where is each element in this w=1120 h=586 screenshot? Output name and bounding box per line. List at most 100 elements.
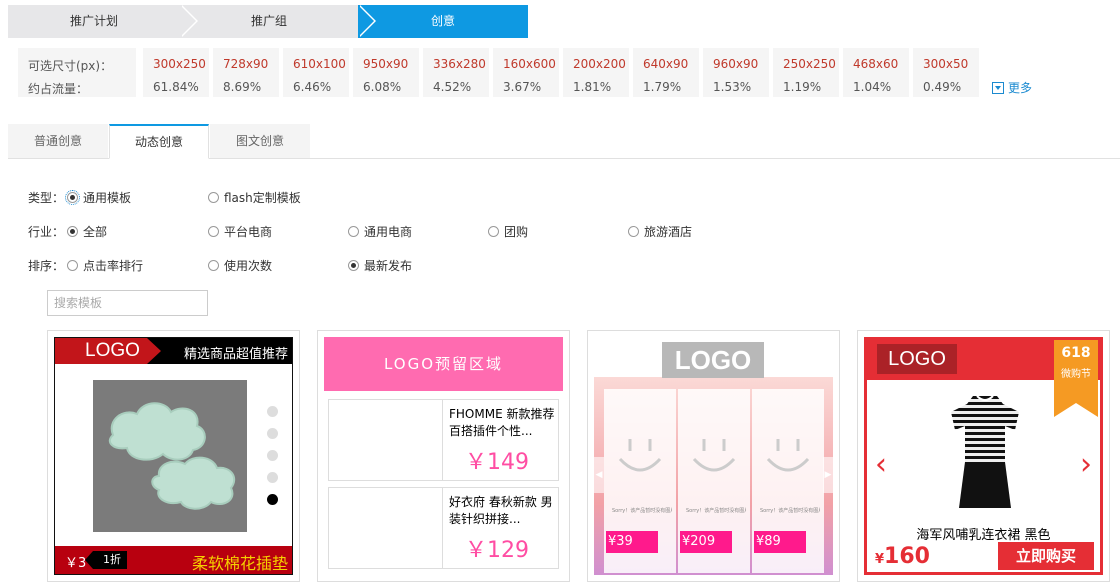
option-label: 最新发布 xyxy=(364,259,413,273)
size-col-300x50: 300x50 0.49% xyxy=(913,48,979,97)
option-label: flash定制模板 xyxy=(224,191,301,205)
template-preview: LOGO预留区域 FHOMME 新款推荐 百搭插件个性... ￥149 好衣府 … xyxy=(324,337,563,575)
radio-icon xyxy=(208,192,219,203)
product-price: ¥209 xyxy=(680,531,732,553)
step-campaign[interactable]: 推广计划 xyxy=(8,5,198,38)
option-label: 通用模板 xyxy=(83,191,132,205)
size-col-250x250: 250x250 1.19% xyxy=(773,48,839,97)
chevron-left-icon[interactable]: ◀ xyxy=(594,457,604,493)
size-table-labels: 可选尺寸(px)： 约占流量： xyxy=(18,48,136,97)
radio-industry-platform[interactable]: 平台电商 xyxy=(208,223,272,240)
promo-ribbon: 618 微购节 xyxy=(1054,340,1098,417)
radio-industry-general[interactable]: 通用电商 xyxy=(348,223,412,240)
discount-badge: 1折 xyxy=(85,551,127,569)
size-col-960x90: 960x90 1.53% xyxy=(703,48,769,97)
template-card-1[interactable]: LOGO 精选商品超值推荐 ￥3 1折 柔软棉花插垫 xyxy=(47,330,300,582)
radio-icon xyxy=(208,260,219,271)
product-slot: Sorry！该产品暂时没有图片。 ¥209 xyxy=(678,389,750,573)
tab-normal-creative[interactable]: 普通创意 xyxy=(8,124,108,159)
step-creative[interactable]: 创意 xyxy=(358,5,528,38)
option-label: 团购 xyxy=(504,225,529,239)
more-label: 更多 xyxy=(1008,81,1033,95)
traffic-value: 3.67% xyxy=(503,80,542,94)
currency-symbol: ¥ xyxy=(875,552,885,567)
radio-type-flash[interactable]: flash定制模板 xyxy=(208,189,301,206)
product-name: 海军风哺乳连衣裙 黑色 xyxy=(916,528,1051,543)
size-col-640x90: 640x90 1.79% xyxy=(633,48,699,97)
size-value: 960x90 xyxy=(713,57,759,71)
traffic-value: 8.69% xyxy=(223,80,262,94)
template-card-3[interactable]: LOGO ◀ ▶ Sorry！该产品暂时没有图片。 ¥39 Sorry！该产品暂… xyxy=(587,330,840,582)
product-name: 柔软棉花插垫 xyxy=(191,554,288,573)
tab-dynamic-creative[interactable]: 动态创意 xyxy=(109,124,209,159)
logo-area: LOGO预留区域 xyxy=(324,337,563,391)
option-label: 平台电商 xyxy=(224,225,273,239)
traffic-value: 1.19% xyxy=(783,80,822,94)
radio-industry-travel[interactable]: 旅游酒店 xyxy=(628,223,692,240)
traffic-value: 61.84% xyxy=(153,80,199,94)
size-value: 160x600 xyxy=(503,57,556,71)
product-image-placeholder xyxy=(329,488,443,568)
radio-industry-groupbuy[interactable]: 团购 xyxy=(488,223,528,240)
radio-type-generic[interactable]: 通用模板 xyxy=(65,189,132,206)
carousel-dot[interactable] xyxy=(267,472,278,483)
size-value: 250x250 xyxy=(783,57,836,71)
price: ￥3 xyxy=(65,556,87,571)
dress-product-image xyxy=(951,395,1019,508)
step-creative-label: 创意 xyxy=(430,14,455,28)
banner-bottom: ￥3 1折 柔软棉花插垫 xyxy=(55,546,292,574)
smiley-placeholder-icon xyxy=(766,439,810,472)
radio-sort-latest[interactable]: 最新发布 xyxy=(348,257,412,274)
logo: LOGO xyxy=(877,344,957,374)
template-card-4[interactable]: LOGO 618 微购节 ‹ › 海军风哺乳连衣裙 黑色 ¥160 立即购买 xyxy=(857,330,1110,582)
carousel-dots xyxy=(267,406,278,516)
smiley-placeholder-icon xyxy=(618,439,662,472)
step-group[interactable]: 推广组 xyxy=(180,5,376,38)
price-value: 160 xyxy=(884,544,930,569)
option-label: 旅游酒店 xyxy=(644,225,693,239)
size-col-728x90: 728x90 8.69% xyxy=(213,48,279,97)
size-value: 728x90 xyxy=(223,57,269,71)
smiley-placeholder-icon xyxy=(692,439,736,472)
product-price: ¥160 xyxy=(875,544,930,569)
product-item: FHOMME 新款推荐 百搭插件个性... ￥149 xyxy=(328,399,559,481)
radio-sort-usage[interactable]: 使用次数 xyxy=(208,257,272,274)
ribbon-number: 618 xyxy=(1061,345,1091,361)
chevron-right-icon[interactable]: ▶ xyxy=(823,457,833,493)
carousel-dot[interactable] xyxy=(267,428,278,439)
creative-tabs: 普通创意 动态创意 图文创意 xyxy=(8,124,1120,159)
size-value: 640x90 xyxy=(643,57,689,71)
more-sizes-link[interactable]: 更多 xyxy=(992,79,1032,96)
search-template-input[interactable] xyxy=(47,290,208,316)
radio-industry-all[interactable]: 全部 xyxy=(67,223,107,240)
radio-sort-ctr[interactable]: 点击率排行 xyxy=(67,257,143,274)
traffic-value: 6.46% xyxy=(293,80,332,94)
carousel-dot[interactable] xyxy=(267,450,278,461)
chevron-left-icon[interactable]: ‹ xyxy=(875,450,887,480)
size-value: 336x280 xyxy=(433,57,486,71)
size-value: 300x250 xyxy=(153,57,206,71)
template-card-2[interactable]: LOGO预留区域 FHOMME 新款推荐 百搭插件个性... ￥149 好衣府 … xyxy=(317,330,570,582)
slogan: 精选商品超值推荐 xyxy=(183,347,288,362)
traffic-value: 6.08% xyxy=(363,80,402,94)
traffic-value: 1.53% xyxy=(713,80,752,94)
buy-now-button[interactable]: 立即购买 xyxy=(998,542,1094,570)
traffic-value: 1.04% xyxy=(853,80,892,94)
template-preview: LOGO 精选商品超值推荐 ￥3 1折 柔软棉花插垫 xyxy=(54,337,293,575)
step-group-label: 推广组 xyxy=(250,14,287,28)
size-label: 可选尺寸(px)： xyxy=(28,59,113,73)
traffic-label: 约占流量： xyxy=(28,82,89,96)
chevron-right-icon[interactable]: › xyxy=(1080,450,1092,480)
logo: LOGO xyxy=(662,342,764,378)
tab-image-text-creative[interactable]: 图文创意 xyxy=(210,124,310,159)
carousel-dot[interactable] xyxy=(267,406,278,417)
product-image xyxy=(93,380,247,532)
radio-icon xyxy=(348,226,359,237)
product-image-placeholder xyxy=(329,400,443,480)
traffic-value: 1.79% xyxy=(643,80,682,94)
carousel-dot-active[interactable] xyxy=(267,494,278,505)
option-label: 通用电商 xyxy=(364,225,413,239)
product-price: ￥129 xyxy=(465,538,529,563)
radio-checked-icon xyxy=(348,260,359,271)
ribbon-text: 微购节 xyxy=(1061,369,1091,380)
